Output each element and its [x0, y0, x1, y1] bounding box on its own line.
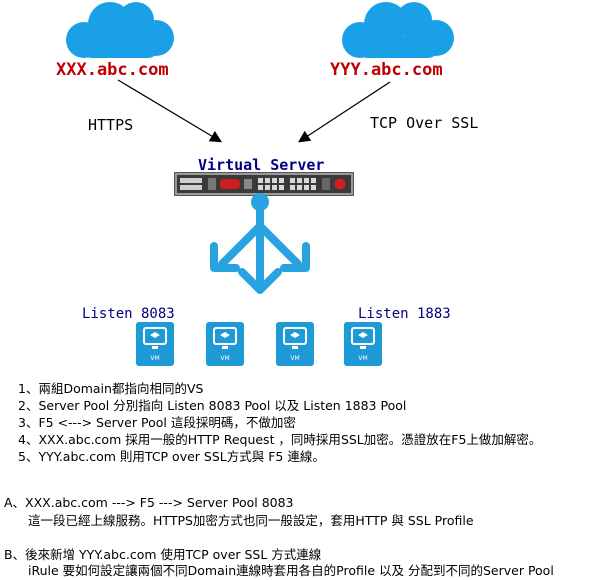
section-a-body: 這一段已經上線服務。HTTPS加密方式也同一般設定，套用HTTP 與 SSL P…: [28, 513, 474, 528]
arrow-tcp-over-ssl: [297, 81, 391, 143]
note-item-4: 4、XXX.abc.com 採用一般的HTTP Request ，同時採用SSL…: [18, 432, 542, 447]
load-balancing-icon: [210, 193, 310, 294]
protocol-label-https: HTTPS: [88, 116, 134, 134]
section-b-body: iRule 要如何設定讓兩個不同Domain連線時套用各自的Profile 以及…: [28, 563, 554, 578]
section-a-heading: A、XXX.abc.com ---> F5 ---> Server Pool 8…: [4, 495, 294, 510]
vm-tile-3: VM: [276, 322, 314, 366]
vm-group: VM VM VM VM: [136, 322, 382, 366]
arrow-https: [117, 79, 223, 143]
listen-label-1883: Listen 1883: [358, 306, 451, 322]
vm-tile-1: VM: [136, 322, 174, 366]
note-item-5: 5、YYY.abc.com 則用TCP over SSL方式與 F5 連線。: [18, 449, 325, 464]
notes-list: 1、兩組Domain都指向相同的VS 2、Server Pool 分別指向 Li…: [18, 380, 541, 465]
note-item-2: 2、Server Pool 分別指向 Listen 8083 Pool 以及 L…: [18, 398, 407, 413]
listen-label-8083: Listen 8083: [82, 306, 175, 322]
vm-label-4: VM: [358, 355, 367, 362]
vm-label-3: VM: [290, 355, 299, 362]
vm-tile-4: VM: [344, 322, 382, 366]
note-item-3: 3、F5 <---> Server Pool 這段採明碼，不做加密: [18, 415, 296, 430]
vm-tile-2: VM: [206, 322, 244, 366]
section-b-heading: B、後來新增 YYY.abc.com 使用TCP over SSL 方式連線: [4, 547, 322, 562]
note-item-1: 1、兩組Domain都指向相同的VS: [18, 381, 204, 396]
vm-label-2: VM: [220, 355, 229, 362]
vm-label-1: VM: [150, 355, 159, 362]
protocol-label-tcp-over-ssl: TCP Over SSL: [370, 114, 479, 132]
